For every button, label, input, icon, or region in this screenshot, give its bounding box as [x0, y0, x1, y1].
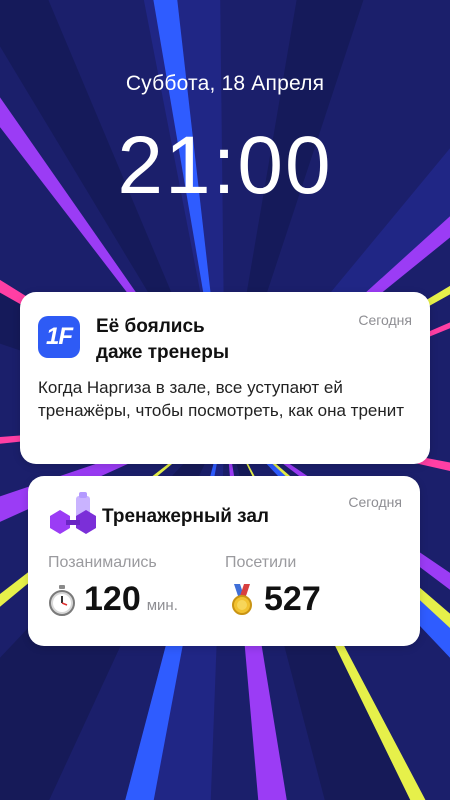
notification-title: Её боялись даже тренеры [96, 314, 336, 366]
lockscreen-date: Суббота, 18 Апреля [125, 72, 325, 95]
notification-card[interactable]: 1F Её боялись даже тренеры Сегодня Когда… [20, 292, 430, 464]
stat-visited-value: 527 [264, 580, 321, 618]
lockscreen-clock: 21:00 [117, 120, 333, 211]
stopwatch-icon [49, 584, 75, 616]
notification-body: Когда Наргиза в зале, все уступают ей тр… [38, 378, 405, 420]
notification-title-line1: Её боялись [96, 316, 205, 337]
medal-icon [232, 583, 252, 615]
stat-trained: 120 мин. [48, 580, 178, 619]
widget-timestamp: Сегодня [348, 494, 402, 510]
widget-title: Тренажерный зал [102, 506, 269, 527]
stat-trained-unit: мин. [146, 597, 178, 614]
stat-label-visited: Посетили [225, 554, 297, 571]
notification-timestamp: Сегодня [358, 312, 412, 328]
stat-trained-value: 120 [84, 580, 141, 618]
gym-widget[interactable]: Тренажерный зал Сегодня Позанимались 120… [28, 476, 420, 646]
dumbbell-icon [50, 492, 96, 534]
stat-label-trained: Позанимались [48, 554, 157, 571]
notification-title-line2: даже тренеры [96, 342, 230, 363]
app-logo-icon: 1F [38, 316, 80, 358]
stat-visited: 527 [228, 580, 321, 619]
